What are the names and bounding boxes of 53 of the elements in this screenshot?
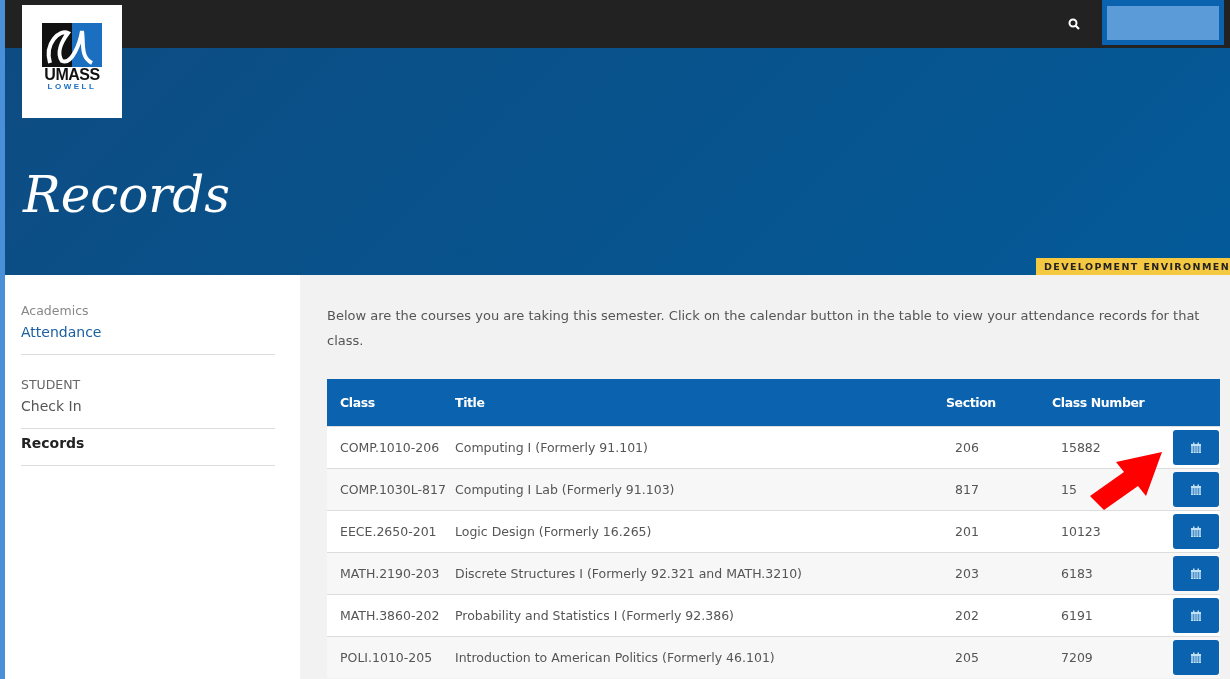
column-header: Title [454, 379, 945, 427]
table-cell: POLI.1010-205 [327, 636, 454, 678]
table-cell: 203 [945, 552, 1051, 595]
table-cell: COMP.1030L-817 [327, 468, 454, 511]
calendar-button[interactable] [1173, 556, 1219, 591]
sidebar-heading: Academics [21, 303, 90, 318]
calendar-button[interactable] [1173, 640, 1219, 675]
calendar-button[interactable] [1173, 472, 1219, 507]
intro-text: Below are the courses you are taking this semester. Click on the calendar button in the table to view your attendance records for that class. [327, 307, 1201, 350]
table-cell: COMP.1010-206 [327, 426, 454, 469]
table-cell: 817 [945, 468, 1051, 511]
sidebar-item[interactable]: Records [21, 429, 275, 466]
table-cell: Introduction to American Politics (Formerly 46.101) [454, 636, 945, 678]
environment-badge: DEVELOPMENT ENVIRONMEN [1036, 258, 1230, 275]
column-header: Class Number [1051, 379, 1172, 427]
logo-text: UMASS [44, 67, 100, 82]
account-button[interactable] [1102, 0, 1224, 45]
table-cell: 6183 [1051, 552, 1172, 595]
table-cell: MATH.3860-202 [327, 594, 454, 637]
table-cell: Computing I (Formerly 91.101) [454, 426, 945, 469]
table-cell: 7209 [1051, 636, 1172, 678]
table-cell: MATH.2190-203 [327, 552, 454, 595]
table-cell: 202 [945, 594, 1051, 637]
calendar-icon [1190, 609, 1202, 622]
logo-mark-icon [42, 23, 102, 67]
logo-subtext: LOWELL [47, 82, 97, 91]
table-cell: 201 [945, 510, 1051, 553]
table-cell: 6191 [1051, 594, 1172, 637]
column-header: Section [945, 379, 1051, 427]
calendar-icon [1190, 483, 1202, 496]
pointer-arrow [1090, 452, 1162, 510]
table-cell: 15882 [1051, 426, 1172, 469]
calendar-button[interactable] [1173, 514, 1219, 549]
calendar-button[interactable] [1173, 598, 1219, 633]
calendar-icon [1190, 651, 1202, 664]
table-cell: Logic Design (Formerly 16.265) [454, 510, 945, 553]
sidebar-item[interactable]: Check In [21, 392, 275, 429]
search-icon[interactable] [1068, 18, 1080, 30]
table-cell: 10123 [1051, 510, 1172, 553]
table-cell: Discrete Structures I (Formerly 92.321 and MATH.3210) [454, 552, 945, 595]
sidebar-heading: STUDENT [21, 377, 82, 392]
table-cell: EECE.2650-201 [327, 510, 454, 553]
calendar-icon [1190, 525, 1202, 538]
table-cell: 206 [945, 426, 1051, 469]
calendar-icon [1190, 441, 1202, 454]
table-cell: Computing I Lab (Formerly 91.103) [454, 468, 945, 511]
table-cell: 205 [945, 636, 1051, 678]
sidebar-item[interactable]: Attendance [21, 318, 275, 355]
calendar-button[interactable] [1173, 430, 1219, 465]
column-header: Class [327, 379, 454, 427]
calendar-icon [1190, 567, 1202, 580]
table-cell: Probability and Statistics I (Formerly 92.386) [454, 594, 945, 637]
page-title: Records [23, 166, 230, 224]
